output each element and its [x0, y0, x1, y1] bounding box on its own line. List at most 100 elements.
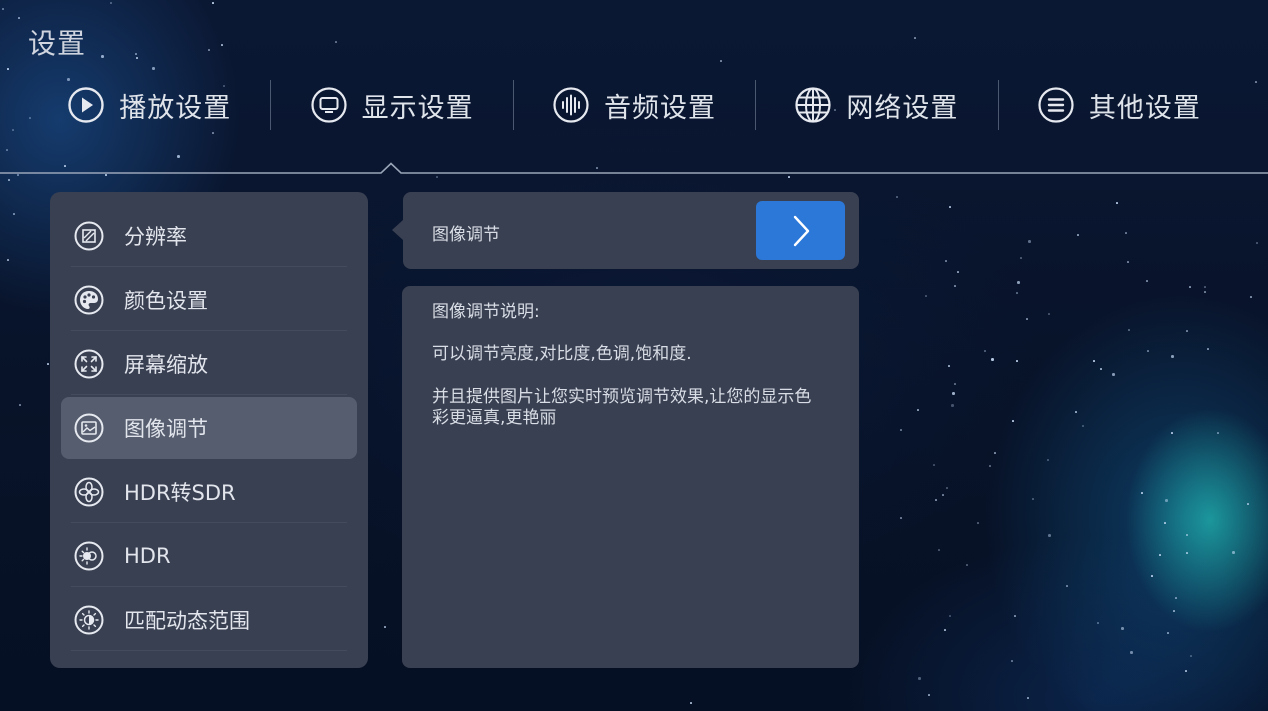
- star: [1232, 551, 1235, 554]
- star: [335, 41, 337, 43]
- star: [935, 499, 937, 501]
- enter-option-button[interactable]: [756, 201, 845, 260]
- tab-other-settings[interactable]: 其他设置: [997, 78, 1240, 132]
- star: [1026, 318, 1028, 320]
- star: [946, 487, 948, 489]
- star: [966, 564, 968, 566]
- menu-item-screen-scale[interactable]: 屏幕缩放: [61, 333, 357, 395]
- star: [1204, 291, 1206, 293]
- star: [1020, 257, 1022, 259]
- dynamic-range-icon: [74, 605, 104, 635]
- menu-item-hdr-to-sdr[interactable]: HDR转SDR: [61, 461, 357, 523]
- option-row-image-adjust: 图像调节: [403, 192, 859, 269]
- star: [152, 67, 155, 70]
- star: [1097, 622, 1099, 624]
- star: [221, 44, 223, 46]
- tab-network-settings[interactable]: 网络设置: [755, 78, 997, 132]
- star: [8, 179, 10, 181]
- star: [1171, 432, 1173, 434]
- star: [7, 68, 9, 70]
- star: [1016, 292, 1018, 294]
- star: [1121, 627, 1124, 630]
- page-title: 设置: [28, 27, 87, 60]
- menu-item-dynamic-range[interactable]: 匹配动态范围: [61, 589, 357, 651]
- star: [212, 132, 214, 134]
- star: [1016, 360, 1018, 362]
- star: [1171, 355, 1174, 358]
- globe-icon: [795, 87, 832, 123]
- description-line: 并且提供图片让您实时预览调节效果,让您的显示色: [432, 387, 812, 407]
- star: [948, 365, 950, 367]
- star: [1130, 651, 1133, 654]
- star: [136, 57, 138, 59]
- menu-item-color-settings[interactable]: 颜色设置: [61, 269, 357, 331]
- star: [1217, 432, 1219, 434]
- hdr-icon: [74, 541, 104, 571]
- star: [2, 8, 4, 10]
- star: [1125, 232, 1127, 234]
- tab-label: 播放设置: [119, 92, 232, 124]
- star: [1100, 368, 1102, 370]
- top-tab-bar: 播放设置 显示设置 音频设置 网络设置 其他设置: [28, 78, 1240, 132]
- star: [105, 174, 107, 176]
- active-tab-indicator-line: [0, 162, 1268, 174]
- star: [1185, 670, 1187, 672]
- star: [1012, 420, 1014, 422]
- resolution-icon: [74, 221, 104, 251]
- star: [1256, 242, 1258, 244]
- star: [1048, 313, 1050, 315]
- menu-item-image-adjust[interactable]: 图像调节: [61, 397, 357, 459]
- menu-item-label: 图像调节: [124, 417, 208, 441]
- image-adjust-icon: [74, 413, 104, 443]
- star: [933, 464, 935, 466]
- star: [918, 677, 921, 680]
- star: [928, 694, 930, 696]
- audio-wave-icon: [553, 87, 589, 123]
- description-title: 图像调节说明:: [432, 302, 540, 322]
- star: [17, 174, 19, 176]
- star: [957, 271, 959, 273]
- star: [1127, 261, 1129, 263]
- star: [1204, 286, 1206, 288]
- star: [925, 295, 927, 297]
- star: [12, 129, 14, 131]
- star: [1247, 503, 1249, 505]
- star: [13, 213, 15, 215]
- star: [1173, 610, 1175, 612]
- star: [1116, 202, 1118, 204]
- star: [1167, 632, 1169, 634]
- tab-audio-settings[interactable]: 音频设置: [512, 78, 755, 132]
- menu-item-hdr[interactable]: HDR: [61, 525, 357, 587]
- star: [384, 626, 386, 628]
- tab-playback-settings[interactable]: 播放设置: [28, 78, 270, 132]
- tab-display-settings[interactable]: 显示设置: [270, 78, 512, 132]
- star: [788, 176, 790, 178]
- star: [208, 49, 210, 51]
- star: [1164, 522, 1166, 524]
- option-label: 图像调节: [432, 225, 500, 245]
- tab-label: 其他设置: [1088, 92, 1201, 124]
- star: [949, 615, 951, 617]
- star: [1017, 281, 1020, 284]
- screen-scale-icon: [74, 349, 104, 379]
- star: [7, 259, 9, 261]
- star: [1175, 597, 1177, 599]
- monitor-icon: [311, 87, 347, 123]
- star: [47, 363, 49, 365]
- menu-item-resolution[interactable]: 分辨率: [61, 205, 357, 267]
- star: [914, 37, 916, 39]
- tab-label: 音频设置: [604, 92, 717, 124]
- selection-pointer: [392, 220, 403, 240]
- star: [944, 629, 946, 631]
- tab-label: 显示设置: [361, 92, 474, 124]
- star: [212, 2, 214, 4]
- description-line: 彩更逼真,更艳丽: [432, 408, 557, 428]
- star: [1146, 280, 1148, 282]
- star: [19, 404, 21, 406]
- star: [900, 517, 902, 519]
- star: [1186, 552, 1188, 554]
- star: [101, 55, 104, 58]
- star: [1027, 697, 1029, 699]
- star: [1159, 554, 1161, 556]
- star: [896, 196, 898, 198]
